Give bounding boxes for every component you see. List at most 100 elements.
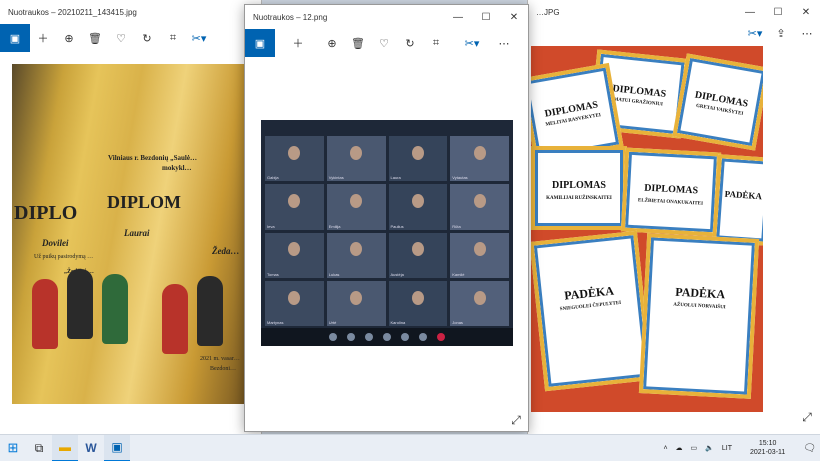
edit-icon[interactable]: ✂▾ <box>186 26 212 50</box>
certificate: DIPLOMAS ELŽBIETAI ONAKUKAITEI <box>620 147 722 237</box>
certificate: PADĖKA SNIEGUOLEI ČEPULYTEI <box>531 230 653 392</box>
plus-icon[interactable]: ＋ <box>30 26 56 50</box>
edit-icon[interactable]: ✂▾ <box>742 21 768 45</box>
name-1: Dovilei <box>42 238 69 248</box>
delete-icon[interactable]: 🗑 <box>345 31 371 55</box>
photos-window-left[interactable]: Nuotraukos – 20210211_143415.jpg ▣ ＋ ⊕ 🗑… <box>0 0 262 434</box>
participant-face <box>350 242 363 257</box>
participant-face <box>411 242 424 257</box>
participant-tile: Ieva <box>265 184 324 230</box>
crop-icon[interactable]: ⌗ <box>160 26 186 50</box>
participant-tile: Rūta <box>450 184 509 230</box>
network-icon[interactable]: ▭ <box>691 444 698 452</box>
participant-tile: Urtė <box>326 280 386 326</box>
chevron-up-icon[interactable]: ˄ <box>663 445 667 452</box>
window-title: Nuotraukos – 20210211_143415.jpg <box>8 7 137 17</box>
diploma-word: DIPLO <box>14 202 78 224</box>
participant-tile: Gabija <box>265 136 324 182</box>
photos-window-center[interactable]: Nuotraukos – 12.png — ☐ ✕ ▣ ＋ ⊕ 🗑 ♡ ↻ ⌗ … <box>244 4 529 432</box>
school-text-2: mokykl… <box>162 164 192 172</box>
participant-face <box>473 145 486 160</box>
taskbar: ⊞ ⧉ ▬ W ▣ ˄ ☁ ▭ 🔈 LIT 15:10 2021-03-11 🗨 <box>0 434 820 461</box>
participant-tile: Laura <box>388 136 448 182</box>
window-title: …JPG <box>536 7 560 17</box>
name-3: Žeda… <box>212 246 240 256</box>
window-titlebar[interactable]: Nuotraukos – 20210211_143415.jpg <box>0 0 261 24</box>
photo-diplomas: Vilniaus r. Bezdonių „Saulė… mokykl… DIP… <box>12 64 244 404</box>
zoom-icon[interactable]: ⊕ <box>319 31 345 55</box>
participant-name: Rūta <box>452 223 461 229</box>
word-icon[interactable]: W <box>78 435 104 461</box>
participant-tile: Emilija <box>326 184 386 230</box>
participant-tile: Tomas <box>265 232 324 278</box>
mic-icon <box>329 333 337 341</box>
task-view-icon[interactable]: ⧉ <box>26 435 52 461</box>
language-indicator[interactable]: LIT <box>722 445 732 452</box>
line-1: Už puikų pasirodymą … <box>34 254 94 260</box>
volume-icon[interactable]: 🔈 <box>705 444 714 452</box>
minimize-icon[interactable]: — <box>444 5 472 29</box>
participant-name: Urtė <box>328 320 337 325</box>
participant-tile: Paulius <box>388 184 448 230</box>
more-icon[interactable]: ⋯ <box>794 21 820 45</box>
certificate: DIPLOMAS GRETAI VAIKŠYTEI <box>672 53 763 151</box>
rotate-icon[interactable]: ↻ <box>397 31 423 55</box>
participant-name: Tomas <box>267 271 279 277</box>
participant-name: Austėja <box>390 271 404 277</box>
participant-face <box>288 145 301 160</box>
folk-figure <box>197 276 223 346</box>
name-2: Laurai <box>124 228 150 238</box>
participant-grid: Gabija Vykintas Laura Vytautas Ieva Emilija Pa… <box>265 136 509 326</box>
file-explorer-icon[interactable]: ▬ <box>52 434 78 461</box>
participant-face <box>288 194 301 209</box>
share-screen-icon <box>401 333 409 341</box>
participants-icon <box>365 333 373 341</box>
participant-face <box>473 242 486 257</box>
delete-icon[interactable]: 🗑 <box>82 26 108 50</box>
participant-face <box>350 290 363 305</box>
more-icon[interactable]: ⋯ <box>491 31 517 55</box>
window-title: Nuotraukos – 12.png <box>253 12 328 22</box>
photo-toolbar: ✂▾ ⇪ ⋯ <box>742 20 820 46</box>
expand-icon[interactable]: ⤢ <box>800 410 814 424</box>
participant-name: Paulius <box>390 223 404 229</box>
participant-face <box>473 290 486 305</box>
clock-date: 2021-03-11 <box>750 449 786 456</box>
windows-start-icon[interactable]: ⊞ <box>0 435 26 461</box>
reactions-icon <box>437 333 445 341</box>
clock[interactable]: 15:10 2021-03-11 <box>746 439 789 457</box>
participant-tile: Austėja <box>388 232 448 278</box>
participant-name: Karolina <box>390 320 406 325</box>
crop-icon[interactable]: ⌗ <box>423 31 449 55</box>
participant-name: Emilija <box>328 223 341 229</box>
zoom-icon[interactable]: ⊕ <box>56 26 82 50</box>
expand-icon[interactable]: ⤢ <box>509 413 523 427</box>
camera-icon <box>347 333 355 341</box>
photo-certificates: DIPLOMAS MATUI GRAŽIONIUI DIPLOMAS GRETA… <box>531 46 763 412</box>
heart-icon[interactable]: ♡ <box>108 26 134 50</box>
folk-figure <box>102 274 128 344</box>
picture-icon[interactable]: ▣ <box>245 29 275 57</box>
participant-tile: Jonas <box>450 280 509 326</box>
edit-icon[interactable]: ✂▾ <box>459 31 485 55</box>
picture-icon[interactable]: ▣ <box>0 24 30 52</box>
zoom-screenshot: Gabija Vykintas Laura Vytautas Ieva Emilija Pa… <box>261 120 513 346</box>
folk-figure <box>67 269 93 339</box>
photos-app-icon[interactable]: ▣ <box>104 434 130 461</box>
participant-tile: Vytautas <box>450 136 509 182</box>
cloud-icon[interactable]: ☁ <box>676 444 683 452</box>
maximize-icon[interactable]: ☐ <box>472 5 500 29</box>
rotate-icon[interactable]: ↻ <box>134 26 160 50</box>
system-tray: ˄ ☁ ▭ 🔈 LIT 15:10 2021-03-11 🗨 <box>659 435 820 461</box>
heart-icon[interactable]: ♡ <box>371 31 397 55</box>
participant-face <box>288 242 301 257</box>
participant-name: Gabija <box>267 175 279 181</box>
notifications-icon[interactable]: 🗨 <box>803 443 816 454</box>
participant-face <box>473 194 486 209</box>
plus-icon[interactable]: ＋ <box>285 31 311 55</box>
participant-name: Vytautas <box>452 175 468 181</box>
window-titlebar[interactable]: Nuotraukos – 12.png — ☐ ✕ <box>245 5 528 29</box>
share-icon[interactable]: ⇪ <box>768 21 794 45</box>
close-icon[interactable]: ✕ <box>500 5 528 29</box>
photos-window-right[interactable]: …JPG — ☐ ✕ ✂▾ ⇪ ⋯ DIPLOMAS MATUI GRAŽION… <box>527 0 820 434</box>
